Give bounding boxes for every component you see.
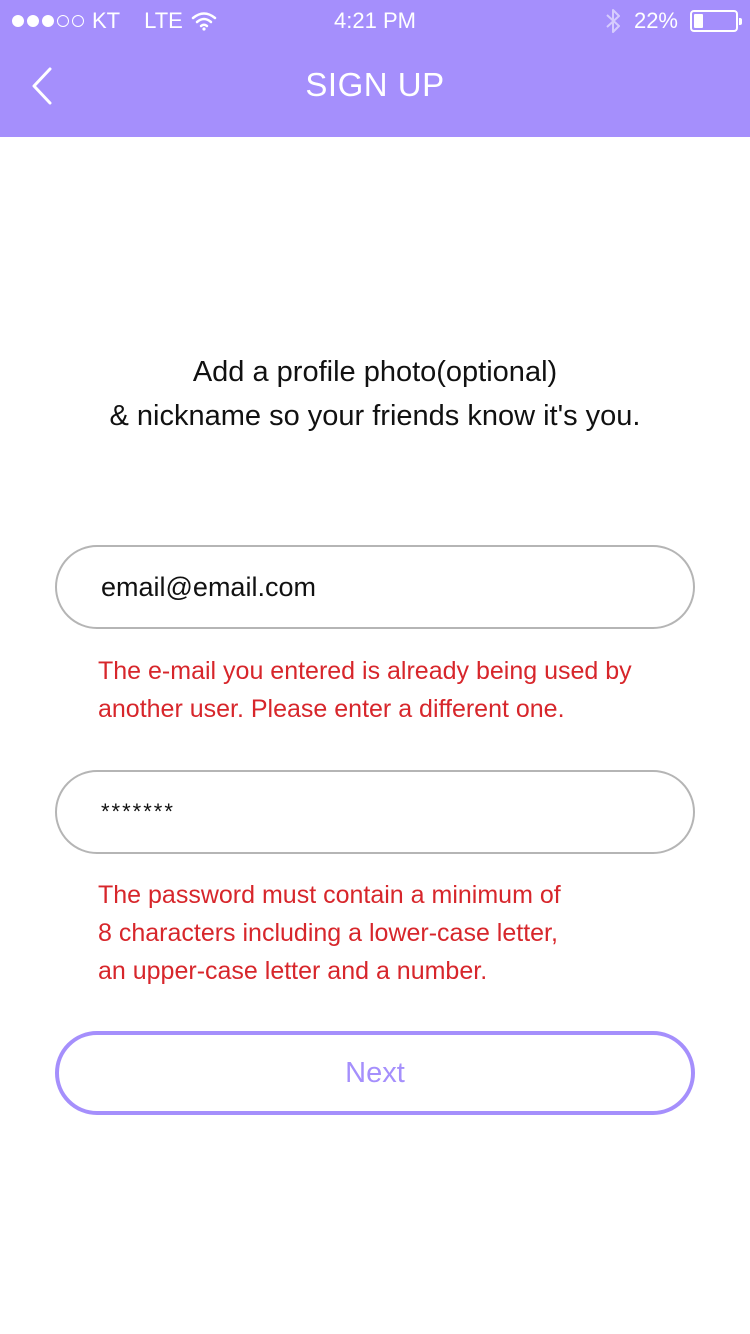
- status-bar: KT LTE 4:21 PM 22%: [0, 0, 750, 40]
- email-error: The e-mail you entered is already being …: [98, 657, 632, 723]
- battery-percent: 22%: [633, 8, 678, 33]
- bluetooth-icon: [606, 9, 620, 33]
- intro-text: Add a profile photo(optional) & nickname…: [0, 350, 750, 438]
- next-button[interactable]: Next: [55, 1031, 695, 1115]
- status-right: 22%: [604, 8, 742, 34]
- password-field[interactable]: [55, 770, 695, 854]
- intro-line-2: & nickname so your friends know it's you…: [109, 400, 641, 432]
- password-error: The password must contain a minimum of 8…: [98, 881, 561, 985]
- email-input[interactable]: [101, 547, 661, 627]
- header-bar: KT LTE 4:21 PM 22% SIGN UP: [0, 0, 750, 137]
- battery-icon: [690, 10, 742, 32]
- password-input[interactable]: [101, 772, 661, 852]
- battery-fill: [694, 14, 703, 28]
- email-field[interactable]: [55, 545, 695, 629]
- intro-line-1: Add a profile photo(optional): [192, 356, 558, 388]
- page-title: SIGN UP: [305, 66, 445, 103]
